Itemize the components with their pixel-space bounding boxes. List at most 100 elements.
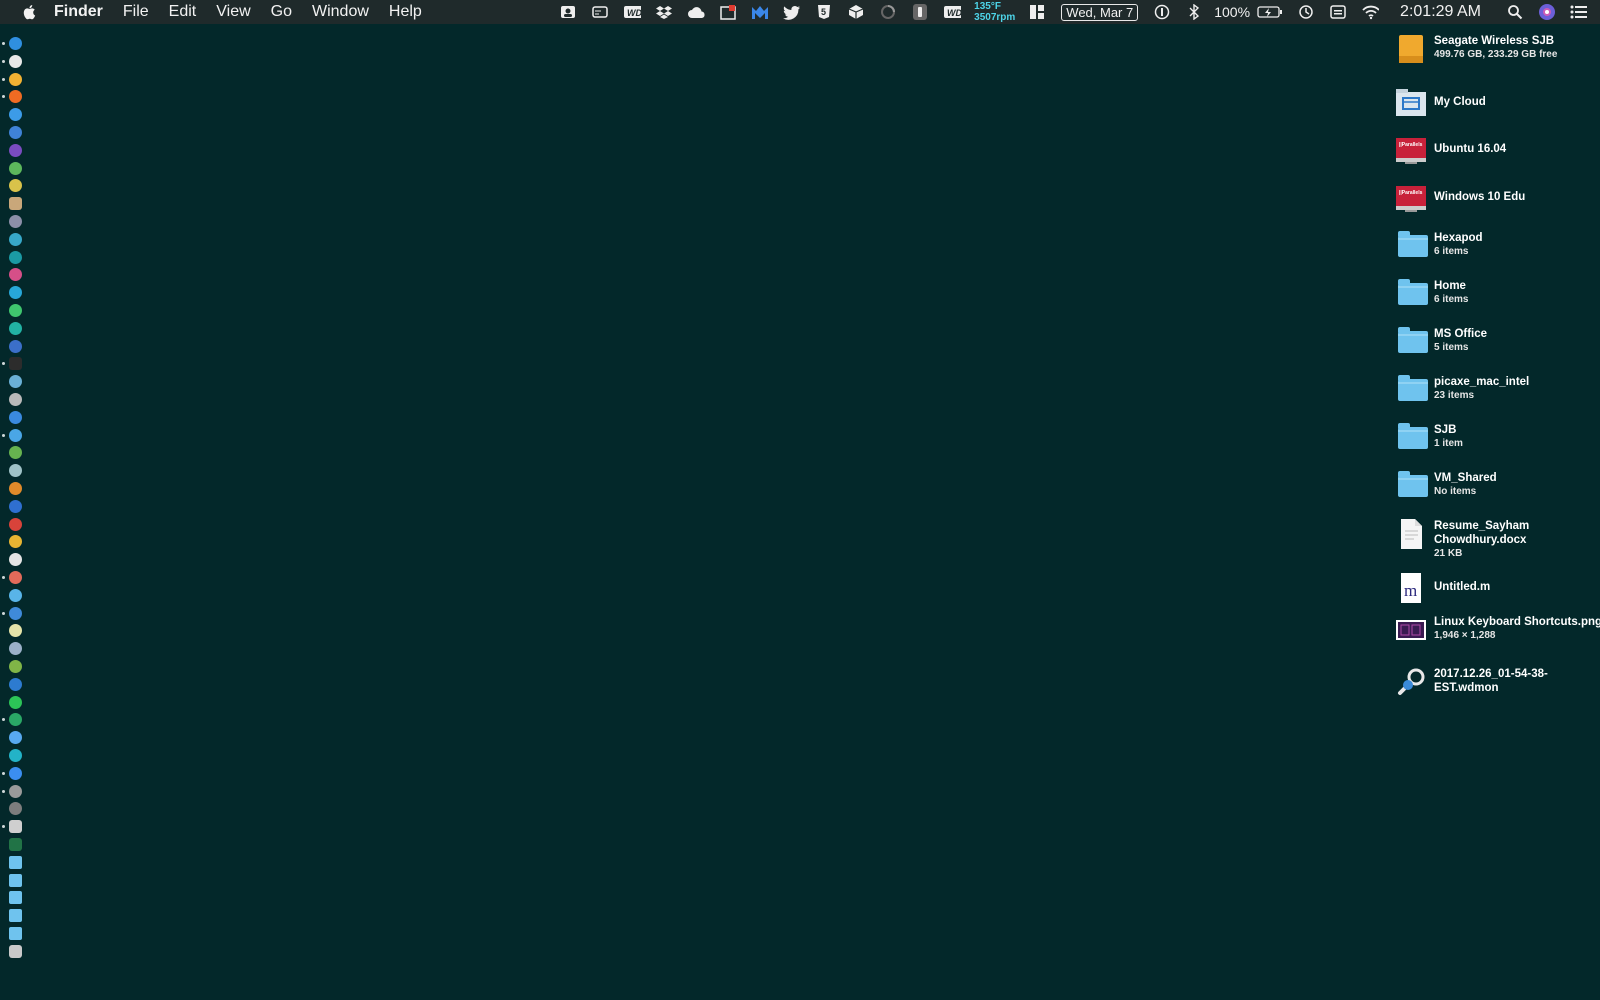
dock-finder-icon[interactable]: [9, 37, 22, 50]
dock-app-dark-icon[interactable]: [9, 802, 22, 816]
battery-icon[interactable]: [1257, 4, 1283, 20]
dock-preview-icon[interactable]: [9, 197, 22, 211]
dock-system-prefs-icon[interactable]: [9, 784, 22, 798]
desktop-item-folder[interactable]: VM_Shared No items: [1390, 469, 1600, 513]
dock-pycharm-icon[interactable]: [9, 304, 22, 317]
time-machine-icon[interactable]: [1297, 4, 1315, 20]
desktop-item-folder[interactable]: Home 6 items: [1390, 277, 1600, 321]
wifi-icon[interactable]: [1361, 4, 1380, 20]
dock-app-g-icon[interactable]: [9, 713, 22, 727]
clock[interactable]: 2:01:29 AM: [1400, 3, 1481, 21]
dock-app-bar-icon[interactable]: [9, 215, 22, 228]
dock-webstorm-icon[interactable]: [9, 286, 22, 300]
dock-app-map-icon[interactable]: [9, 410, 22, 424]
dock-messages-icon[interactable]: [9, 731, 22, 745]
desktop-item-png[interactable]: Linux Keyboard Shortcuts.png 1,946 × 1,28…: [1390, 613, 1600, 657]
menu-go[interactable]: Go: [271, 3, 292, 21]
dock-terminal-icon[interactable]: [9, 357, 22, 371]
menu-file[interactable]: File: [123, 3, 149, 21]
desktop-item-folder[interactable]: picaxe_mac_intel 23 items: [1390, 373, 1600, 417]
desktop-item-network[interactable]: My Cloud: [1390, 86, 1600, 130]
siri-icon[interactable]: [1538, 4, 1556, 20]
malwarebytes-icon[interactable]: [751, 4, 769, 20]
dock-xcode-icon[interactable]: [9, 126, 22, 139]
dock-safari-icon[interactable]: [9, 108, 22, 122]
dock-app-orange-icon[interactable]: [9, 482, 22, 495]
twitter-icon[interactable]: [783, 4, 801, 20]
menu-edit[interactable]: Edit: [169, 3, 197, 21]
dock-app-stripe-icon[interactable]: [9, 375, 22, 389]
dock-folder-2-icon[interactable]: [9, 873, 22, 887]
dock-app-cyan-icon[interactable]: [9, 749, 22, 762]
window-layout-icon[interactable]: [1028, 4, 1046, 20]
dock-chrome-canary-icon[interactable]: [9, 54, 22, 68]
dock-visual-studio-icon[interactable]: [9, 143, 22, 157]
desktop-item-vm[interactable]: ||Parallels Ubuntu 16.04: [1390, 133, 1600, 177]
desktop-item-wdmon[interactable]: 2017.12.26_01-54-38-EST.wdmon: [1390, 665, 1600, 709]
dock-app-red-icon[interactable]: [9, 517, 22, 531]
date-display[interactable]: Wed, Mar 7: [1061, 3, 1139, 21]
dock-onepassword-icon[interactable]: [9, 606, 22, 620]
dropbox-icon[interactable]: [655, 4, 673, 20]
dock-app-yellow-icon[interactable]: [9, 535, 22, 549]
desktop-item-folder[interactable]: MS Office 5 items: [1390, 325, 1600, 369]
apple-menu-icon[interactable]: [22, 3, 38, 21]
card-icon[interactable]: [591, 4, 609, 20]
dock-virtualbox-icon[interactable]: [9, 642, 22, 656]
desktop-item-drive[interactable]: Seagate Wireless SJB 499.76 GB, 233.29 GB…: [1390, 32, 1600, 76]
desktop-item-folder[interactable]: Hexapod 6 items: [1390, 229, 1600, 273]
menu-finder[interactable]: Finder: [54, 3, 103, 21]
dock-folder-3-icon[interactable]: [9, 891, 22, 905]
dock-app-plane-icon[interactable]: [9, 553, 22, 567]
spotlight-search-icon[interactable]: [1506, 4, 1524, 20]
wd-sync-icon[interactable]: WD: [943, 4, 962, 20]
dock-app-sheet-icon[interactable]: [9, 820, 22, 834]
dock-clion-icon[interactable]: [9, 321, 22, 335]
desktop-item-docx[interactable]: Resume_Sayham Chowdhury.docx 21 KB: [1390, 517, 1600, 561]
bluetooth-icon[interactable]: [1185, 4, 1203, 20]
spinner-icon[interactable]: [879, 4, 897, 20]
dock-app-lime-icon[interactable]: [9, 446, 22, 460]
dock-folder-5-icon[interactable]: [9, 927, 22, 940]
dock-twitter-icon[interactable]: [9, 428, 22, 442]
screenshot-tool-icon[interactable]: [719, 4, 737, 20]
dock-arduino-icon[interactable]: [9, 250, 22, 264]
desktop-item-folder[interactable]: SJB 1 item: [1390, 421, 1600, 465]
menu-window[interactable]: Window: [312, 3, 369, 21]
dock-app-person-icon[interactable]: [9, 464, 22, 478]
dock-app-blue-icon[interactable]: [9, 339, 22, 353]
dock-app-gray-icon[interactable]: [9, 393, 22, 406]
dock-chrome-icon[interactable]: [9, 72, 22, 86]
dock-android-studio-icon[interactable]: [9, 660, 22, 673]
menu-view[interactable]: View: [216, 3, 250, 21]
html5-icon[interactable]: 5: [815, 4, 833, 20]
dock-trash-icon[interactable]: [9, 944, 22, 958]
battery-percentage[interactable]: 100%: [1214, 4, 1250, 20]
dock-app-robot-icon[interactable]: [9, 571, 22, 584]
dock-folder-1-icon[interactable]: [9, 855, 22, 869]
dock-app-bee-icon[interactable]: [9, 179, 22, 193]
notification-center-icon[interactable]: [1570, 4, 1588, 20]
wd-drive-icon[interactable]: WD: [623, 4, 642, 20]
desktop-item-mfile[interactable]: m Untitled.m: [1390, 571, 1600, 615]
temperature-fan-readout[interactable]: 135°F 3507rpm: [974, 1, 1015, 23]
contacts-icon[interactable]: [559, 4, 577, 20]
dock-app-green-icon[interactable]: [9, 161, 22, 175]
menu-help[interactable]: Help: [389, 3, 422, 21]
dock-app-wave-icon[interactable]: [9, 499, 22, 513]
dock-app-rainbow-icon[interactable]: [9, 588, 22, 602]
dock-intellij-icon[interactable]: [9, 268, 22, 282]
dock-app-pale-icon[interactable]: [9, 624, 22, 638]
dock-app-music-icon[interactable]: [9, 677, 22, 691]
dock-firefox-icon[interactable]: [9, 90, 22, 104]
desktop-item-vm[interactable]: ||Parallels Windows 10 Edu: [1390, 181, 1600, 225]
dock-excel-icon[interactable]: [9, 838, 22, 851]
info-icon[interactable]: [1153, 4, 1171, 20]
dock-app-store-icon[interactable]: [9, 766, 22, 780]
onepassword-mini-icon[interactable]: [911, 4, 929, 20]
cloud-sync-icon[interactable]: [687, 4, 705, 20]
dock-folder-4-icon[interactable]: [9, 909, 22, 923]
cube-icon[interactable]: [847, 4, 865, 20]
keyboard-viewer-icon[interactable]: [1329, 4, 1347, 20]
dock-app-teal-icon[interactable]: [9, 232, 22, 246]
